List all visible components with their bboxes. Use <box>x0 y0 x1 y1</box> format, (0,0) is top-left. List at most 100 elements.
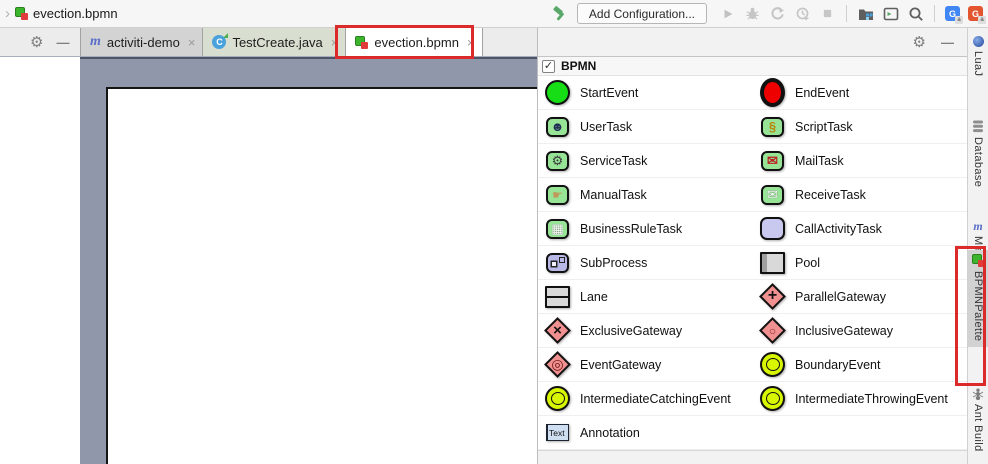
palette-item-label: UserTask <box>580 119 633 134</box>
palette-row: SubProcess Pool <box>538 246 967 280</box>
start-event-icon <box>545 81 570 105</box>
toolwindow-luaj[interactable]: LuaJ <box>968 36 988 76</box>
palette-item-exclusive-gateway[interactable]: ExclusiveGateway <box>538 318 753 343</box>
palette-item-label: ReceiveTask <box>795 187 866 202</box>
palette-item-inclusive-gateway[interactable]: InclusiveGateway <box>753 319 893 343</box>
java-class-icon: C <box>212 33 229 49</box>
tab-testcreate-java[interactable]: C TestCreate.java × <box>203 28 347 56</box>
bpmn-checkbox[interactable]: ✓ <box>542 59 555 73</box>
palette-item-service-task[interactable]: ServiceTask <box>538 149 753 173</box>
palette-item-label: ExclusiveGateway <box>580 323 683 338</box>
toolwindow-label: BPMNPalette <box>972 271 984 342</box>
breadcrumb-file-label: evection.bpmn <box>33 6 118 21</box>
sub-process-icon <box>545 251 570 275</box>
service-task-icon <box>545 149 570 173</box>
run-with-coverage-icon[interactable] <box>769 5 786 22</box>
toolwindow-database[interactable]: Database <box>968 120 988 187</box>
intermediate-throwing-event-icon <box>760 387 785 411</box>
event-gateway-icon <box>545 353 570 377</box>
lane-icon <box>545 285 570 309</box>
tab-label: activiti-demo <box>106 34 180 50</box>
stop-icon[interactable] <box>819 5 836 22</box>
close-icon[interactable]: × <box>329 36 339 49</box>
palette-item-event-gateway[interactable]: EventGateway <box>538 353 753 377</box>
breadcrumb[interactable]: › evection.bpmn <box>0 6 118 21</box>
toolwindow-ant-build[interactable]: Ant Build <box>968 388 988 452</box>
palette-item-sub-process[interactable]: SubProcess <box>538 251 753 275</box>
palette-row: StartEvent EndEvent <box>538 76 967 110</box>
editor-settings-gear-icon[interactable]: ⚙ <box>30 35 43 50</box>
palette-item-receive-task[interactable]: ReceiveTask <box>753 183 866 207</box>
palette-item-lane[interactable]: Lane <box>538 285 753 309</box>
tab-activiti-demo[interactable]: m activiti-demo × <box>80 28 204 56</box>
profiler-icon[interactable] <box>794 5 811 22</box>
translate-blue-icon[interactable]: G <box>945 6 963 24</box>
palette-item-mail-task[interactable]: MailTask <box>753 149 844 173</box>
palette-item-script-task[interactable]: ScriptTask <box>753 115 853 139</box>
bpmn-palette-panel: ⚙ — ✓ BPMN StartEvent EndEvent UserTask Scr… <box>537 28 967 464</box>
project-structure-icon[interactable] <box>857 5 874 22</box>
maven-icon: m <box>973 219 983 233</box>
toolwindow-label: LuaJ <box>972 51 984 77</box>
palette-item-business-rule-task[interactable]: BusinessRuleTask <box>538 217 753 241</box>
end-event-icon <box>760 81 785 105</box>
palette-row: Text Annotation <box>538 416 967 450</box>
toolbar-separator <box>846 5 847 22</box>
palette-item-end-event[interactable]: EndEvent <box>753 81 849 105</box>
toolwindow-bpmnpalette[interactable]: BPMNPalette <box>968 250 988 348</box>
palette-item-label: ParallelGateway <box>795 289 887 304</box>
add-configuration-button[interactable]: Add Configuration... <box>576 3 707 24</box>
manual-task-icon <box>545 183 570 207</box>
palette-item-annotation[interactable]: Text Annotation <box>538 421 753 445</box>
build-hammer-icon[interactable] <box>552 5 569 22</box>
business-rule-task-icon <box>545 217 570 241</box>
palette-item-boundary-event[interactable]: BoundaryEvent <box>753 353 880 377</box>
pool-icon <box>760 251 785 275</box>
palette-item-label: Annotation <box>580 425 640 440</box>
palette-item-label: Lane <box>580 289 608 304</box>
palette-row: EventGateway BoundaryEvent <box>538 348 967 382</box>
debug-bug-icon[interactable] <box>744 5 761 22</box>
terminal-icon[interactable] <box>882 5 899 22</box>
palette-row: ExclusiveGateway InclusiveGateway <box>538 314 967 348</box>
palette-settings-gear-icon[interactable]: ⚙ <box>913 35 926 50</box>
titlebar: › evection.bpmn Add Configuration... G a… <box>0 0 988 28</box>
palette-item-intermediate-catching-event[interactable]: IntermediateCatchingEvent <box>538 387 753 411</box>
palette-item-intermediate-throwing-event[interactable]: IntermediateThrowingEvent <box>753 387 948 411</box>
boundary-event-icon <box>760 353 785 377</box>
palette-header: ⚙ — <box>538 28 967 57</box>
palette-item-pool[interactable]: Pool <box>753 251 820 275</box>
run-icon[interactable] <box>719 5 736 22</box>
palette-hide-icon[interactable]: — <box>941 36 954 49</box>
annotation-icon: Text <box>545 421 570 445</box>
close-icon[interactable]: × <box>465 36 475 49</box>
palette-item-label: Pool <box>795 255 821 270</box>
toolwindow-label: Database <box>972 137 984 188</box>
close-icon[interactable]: × <box>186 36 196 49</box>
translate-orange-icon[interactable]: G <box>968 6 986 24</box>
tab-evection-bpmn[interactable]: evection.bpmn × <box>346 28 483 56</box>
luaj-icon <box>972 36 984 47</box>
bpmn-diagram-canvas[interactable] <box>106 87 537 464</box>
palette-item-parallel-gateway[interactable]: ParallelGateway <box>753 283 887 309</box>
database-icon <box>973 120 983 133</box>
script-task-icon <box>760 115 785 139</box>
main-toolbar: Add Configuration... G a G a <box>552 3 988 24</box>
palette-item-start-event[interactable]: StartEvent <box>538 81 753 105</box>
parallel-gateway-icon <box>760 283 785 309</box>
editor-top-border <box>80 57 537 59</box>
chevron-right-icon: › <box>5 5 10 22</box>
toolbar-separator <box>934 5 935 22</box>
search-everywhere-icon[interactable] <box>907 5 924 22</box>
user-task-icon <box>545 115 570 139</box>
call-activity-task-icon <box>760 217 785 241</box>
palette-item-call-activity-task[interactable]: CallActivityTask <box>753 217 882 241</box>
palette-item-user-task[interactable]: UserTask <box>538 115 753 139</box>
hide-panel-icon[interactable]: — <box>56 36 69 49</box>
tab-label: TestCreate.java <box>232 34 323 50</box>
palette-item-manual-task[interactable]: ManualTask <box>538 183 753 207</box>
collapsed-project-panel <box>0 57 80 464</box>
palette-group-title: BPMN <box>561 59 597 73</box>
palette-items: StartEvent EndEvent UserTask ScriptTask Serv… <box>538 76 967 450</box>
tab-bar-gutter: ⚙ — <box>0 28 80 56</box>
